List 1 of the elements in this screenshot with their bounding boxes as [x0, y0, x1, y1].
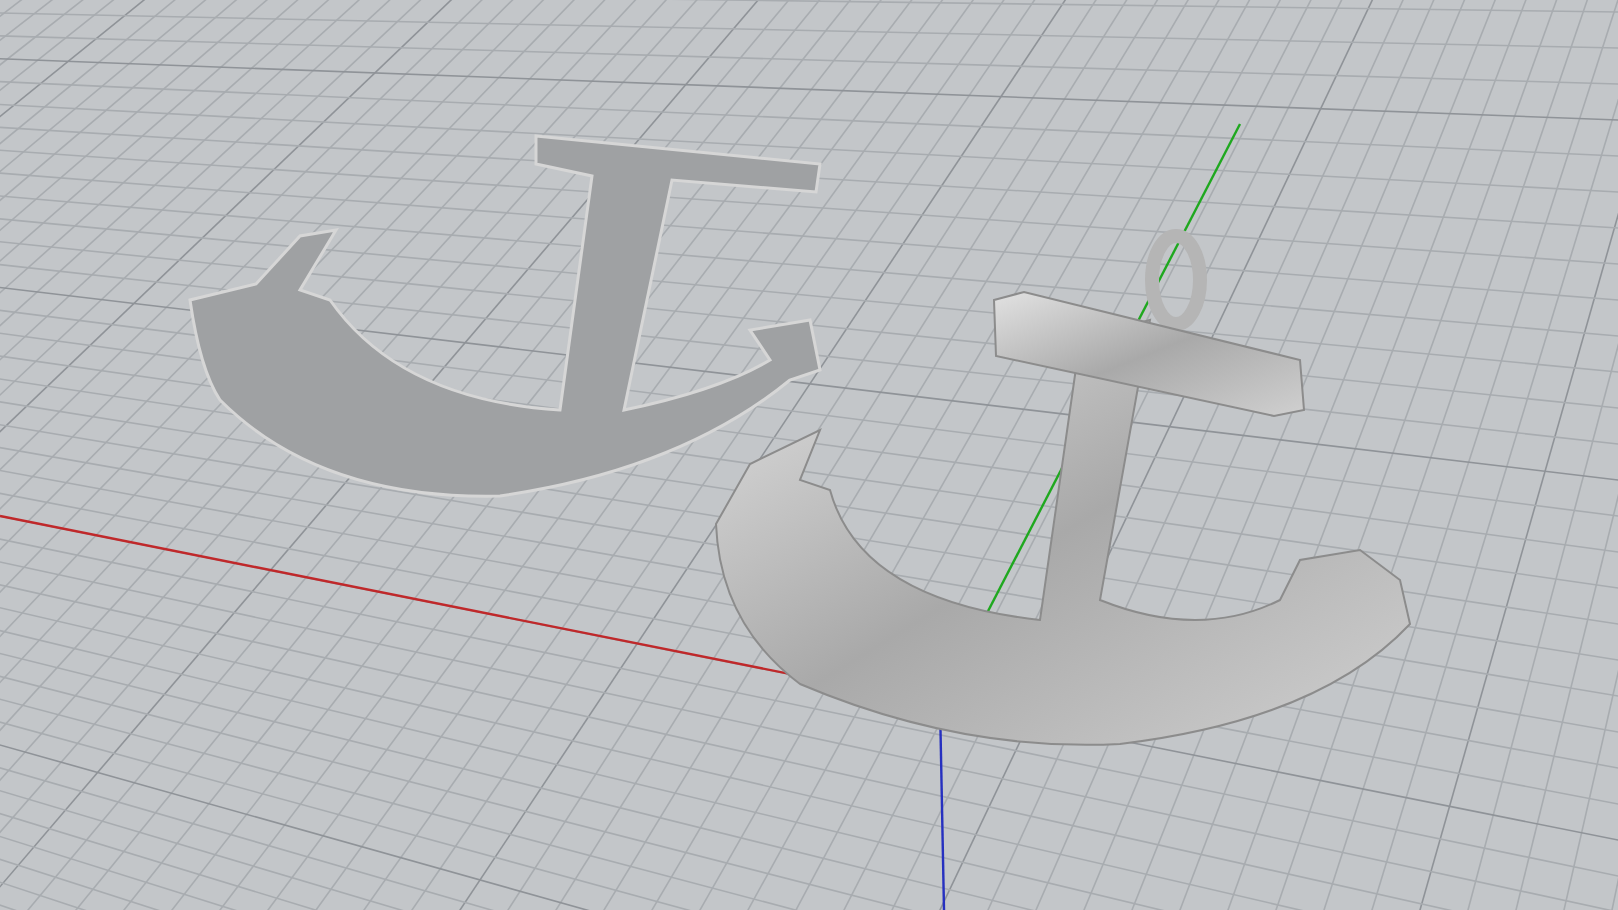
viewport[interactable] [0, 0, 1618, 910]
